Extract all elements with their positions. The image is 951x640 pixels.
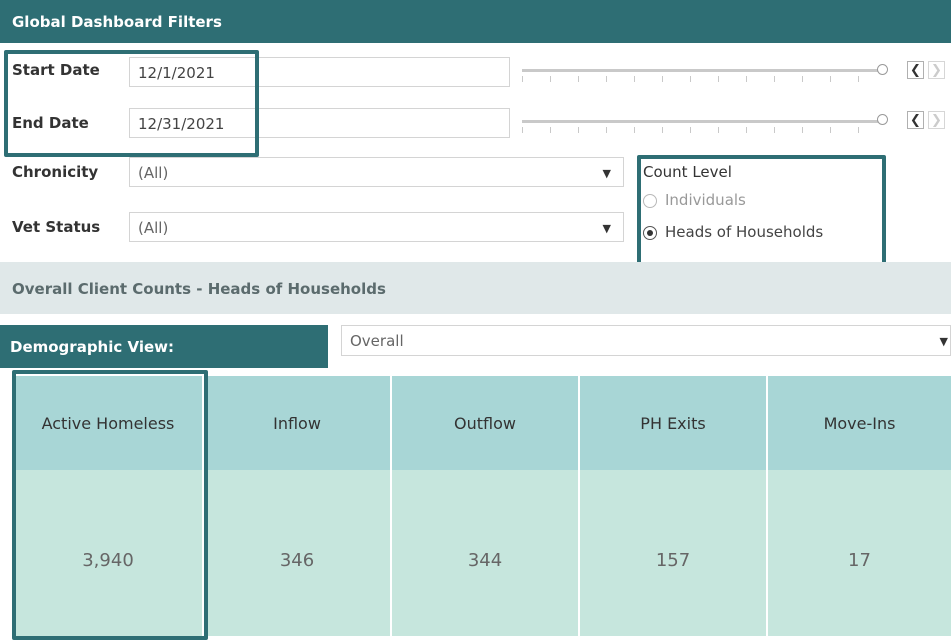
chronicity-label: Chronicity: [12, 163, 99, 181]
demographic-view-header: Demographic View:: [0, 325, 328, 368]
end-date-prev-button[interactable]: ❮: [907, 111, 924, 129]
chevron-down-icon: ▼: [602, 167, 611, 180]
vet-status-value: (All): [138, 219, 169, 237]
end-date-slider-ticks: [522, 127, 878, 133]
value-outflow: 344: [392, 470, 578, 636]
start-date-prev-button[interactable]: ❮: [907, 61, 924, 79]
column-header-inflow: Inflow: [204, 376, 390, 470]
filters-header: Global Dashboard Filters: [0, 0, 951, 43]
chevron-right-icon: ❯: [931, 63, 942, 78]
end-date-next-button[interactable]: ❯: [928, 111, 945, 129]
demographic-view-value: Overall: [350, 332, 404, 350]
count-level-highlight-box: [637, 155, 886, 271]
start-date-input-extension[interactable]: [253, 57, 510, 87]
chronicity-dropdown[interactable]: (All) ▼: [129, 157, 624, 187]
start-date-slider-handle[interactable]: [877, 64, 888, 75]
vet-status-label: Vet Status: [12, 218, 101, 236]
end-date-slider-handle[interactable]: [877, 114, 888, 125]
end-date-slider-track[interactable]: [522, 120, 878, 123]
start-date-slider-track[interactable]: [522, 69, 878, 72]
value-inflow: 346: [204, 470, 390, 636]
chevron-right-icon: ❯: [931, 113, 942, 128]
column-header-ph-exits: PH Exits: [580, 376, 766, 470]
demographic-view-dropdown[interactable]: Overall ▼: [341, 325, 951, 356]
value-ph-exits: 157: [580, 470, 766, 636]
date-highlight-box: [4, 50, 259, 157]
start-date-slider-ticks: [522, 76, 878, 82]
chevron-down-icon: ▼: [602, 222, 611, 235]
value-move-ins: 17: [768, 470, 951, 636]
chronicity-value: (All): [138, 164, 169, 182]
filters-header-title: Global Dashboard Filters: [12, 13, 222, 31]
column-header-move-ins: Move-Ins: [768, 376, 951, 470]
chevron-left-icon: ❮: [910, 113, 921, 128]
active-homeless-highlight-box: [12, 370, 208, 640]
start-date-next-button[interactable]: ❯: [928, 61, 945, 79]
demographic-view-label: Demographic View:: [10, 338, 175, 356]
chevron-left-icon: ❮: [910, 63, 921, 78]
chevron-down-icon: ▼: [939, 335, 948, 348]
vet-status-dropdown[interactable]: (All) ▼: [129, 212, 624, 242]
column-header-outflow: Outflow: [392, 376, 578, 470]
section-bar: Overall Client Counts - Heads of Househo…: [0, 262, 951, 314]
section-title: Overall Client Counts - Heads of Househo…: [12, 280, 386, 298]
